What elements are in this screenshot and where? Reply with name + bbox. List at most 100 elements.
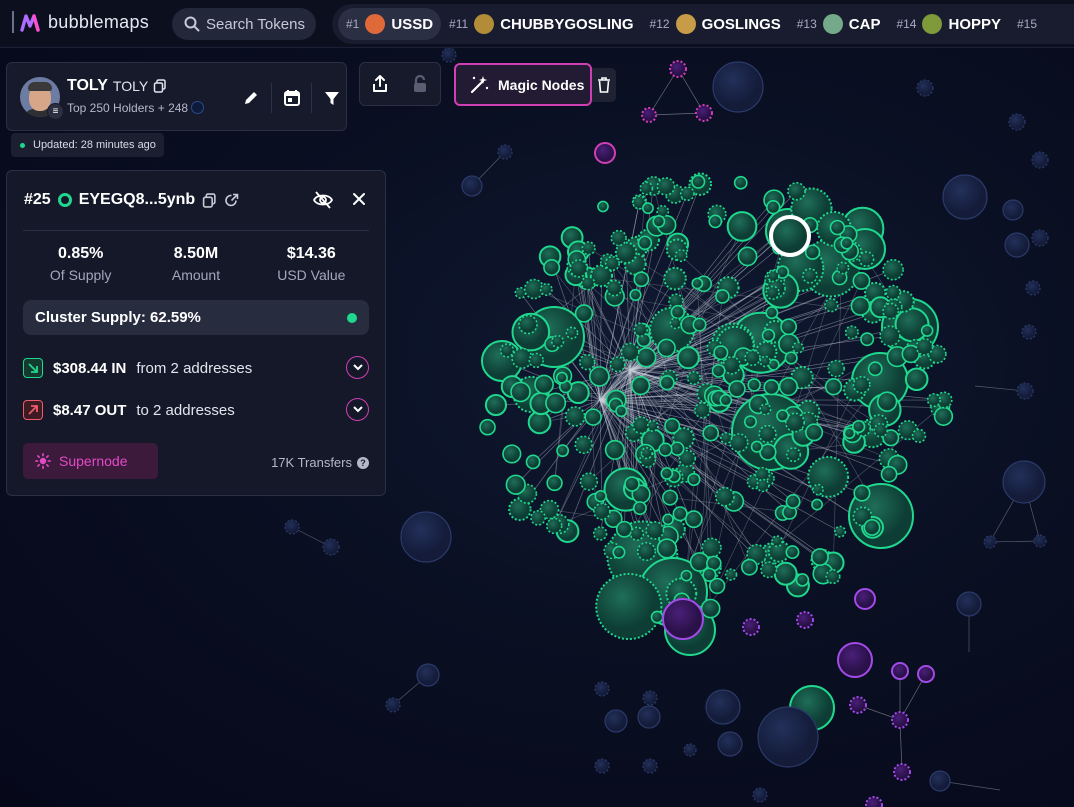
external-holder-bubble[interactable] <box>594 681 610 697</box>
holder-bubble[interactable] <box>645 520 665 540</box>
search-input[interactable]: Search Tokens <box>172 8 316 40</box>
app-logo[interactable]: bubblemaps <box>12 11 149 33</box>
holder-bubble[interactable] <box>639 181 654 196</box>
external-holder-bubble[interactable] <box>683 743 697 757</box>
holder-bubble[interactable] <box>743 415 757 429</box>
holder-bubble[interactable] <box>785 494 801 509</box>
holder-bubble[interactable] <box>556 444 570 458</box>
external-holder-bubble[interactable] <box>322 538 340 556</box>
holder-bubble[interactable] <box>713 345 729 361</box>
holder-bubble[interactable] <box>579 472 599 491</box>
external-holder-bubble[interactable] <box>712 61 764 113</box>
holder-bubble[interactable] <box>687 472 701 487</box>
holder-bubble[interactable] <box>574 435 593 454</box>
holder-bubble[interactable] <box>867 361 883 377</box>
holder-bubble[interactable] <box>724 568 738 581</box>
ticker-item[interactable]: #12 GOSLINGS <box>642 8 789 40</box>
ticker-item[interactable]: #11 CHUBBYGOSLING <box>441 8 641 40</box>
holder-bubble[interactable] <box>663 266 687 291</box>
holder-bubble[interactable] <box>593 502 611 521</box>
holder-bubble[interactable] <box>662 513 674 526</box>
holder-bubble[interactable] <box>584 408 602 426</box>
external-holder-bubble[interactable] <box>929 770 951 792</box>
holder-bubble[interactable] <box>691 174 706 189</box>
holder-bubble[interactable] <box>863 518 881 536</box>
holder-bubble[interactable] <box>652 215 666 228</box>
holder-bubble[interactable] <box>720 432 733 445</box>
supernode-button[interactable]: Supernode <box>23 443 158 479</box>
holder-bubble[interactable] <box>546 474 563 492</box>
holder-bubble[interactable] <box>664 417 681 434</box>
holder-bubble[interactable] <box>824 378 843 396</box>
copy-icon[interactable] <box>153 79 167 93</box>
external-holder-bubble[interactable] <box>942 174 988 220</box>
holder-bubble[interactable] <box>581 241 596 256</box>
inflow-row[interactable]: $308.44 IN from 2 addresses <box>23 355 369 381</box>
holder-bubble[interactable] <box>484 393 508 417</box>
external-holder-bubble[interactable] <box>1021 324 1037 340</box>
holder-bubble[interactable] <box>615 404 628 418</box>
holder-bubble[interactable] <box>674 249 688 263</box>
holder-bubble[interactable] <box>632 416 650 435</box>
holder-bubble[interactable] <box>505 474 526 495</box>
holder-bubble[interactable] <box>702 567 717 582</box>
ticker-item[interactable]: #13 CAP <box>789 8 889 40</box>
external-holder-bubble[interactable] <box>1008 113 1026 131</box>
holder-bubble[interactable] <box>614 241 638 265</box>
copy-address-icon[interactable] <box>202 192 217 208</box>
holder-bubble[interactable] <box>689 552 710 572</box>
magic-node-bubble[interactable] <box>917 665 935 683</box>
holder-bubble[interactable] <box>595 572 663 641</box>
holder-bubble[interactable] <box>692 317 707 332</box>
holder-bubble[interactable] <box>812 483 824 496</box>
external-holder-bubble[interactable] <box>416 663 440 687</box>
cluster-supply-bar[interactable]: Cluster Supply: 62.59% <box>23 300 369 335</box>
holder-bubble[interactable] <box>684 510 703 529</box>
magic-node-bubble[interactable] <box>594 142 616 164</box>
holder-bubble[interactable] <box>778 377 799 397</box>
holder-bubble[interactable] <box>726 211 758 242</box>
external-holder-bubble[interactable] <box>594 758 610 774</box>
magic-node-bubble[interactable] <box>669 60 687 78</box>
external-holder-bubble[interactable] <box>1004 232 1030 258</box>
holder-bubble[interactable] <box>640 446 653 460</box>
holder-bubble[interactable] <box>756 478 770 493</box>
delete-button[interactable] <box>592 68 616 102</box>
holder-bubble[interactable] <box>844 325 859 340</box>
holder-bubble[interactable] <box>646 420 659 432</box>
external-holder-bubble[interactable] <box>642 758 658 774</box>
holder-bubble[interactable] <box>502 444 522 464</box>
magic-node-bubble[interactable] <box>837 642 873 678</box>
holder-bubble[interactable] <box>534 374 554 395</box>
holder-bubble[interactable] <box>824 297 839 313</box>
external-holder-bubble[interactable] <box>642 690 658 706</box>
holder-bubble[interactable] <box>592 526 608 541</box>
holder-bubble[interactable] <box>510 381 531 403</box>
holder-bubble[interactable] <box>747 378 761 392</box>
holder-bubble[interactable] <box>633 322 648 337</box>
holder-bubble[interactable] <box>733 175 748 190</box>
expand-outflow-chevron-down-icon[interactable] <box>346 398 369 421</box>
holder-bubble[interactable] <box>759 355 772 368</box>
holder-bubble[interactable] <box>610 229 627 247</box>
magic-node-bubble[interactable] <box>849 696 867 714</box>
external-holder-bubble[interactable] <box>956 591 982 617</box>
holder-bubble[interactable] <box>633 271 650 288</box>
ticker-item[interactable]: #15 <box>1009 8 1045 40</box>
external-holder-bubble[interactable] <box>1002 460 1046 504</box>
holder-bubble[interactable] <box>615 520 633 538</box>
holder-bubble[interactable] <box>514 286 527 299</box>
holder-bubble[interactable] <box>629 526 645 541</box>
holder-bubble[interactable] <box>741 558 758 576</box>
holder-bubble[interactable] <box>915 338 934 356</box>
holder-bubble[interactable] <box>754 466 771 483</box>
holder-bubble[interactable] <box>933 406 954 426</box>
holder-bubble[interactable] <box>737 246 758 267</box>
holder-bubble[interactable] <box>836 261 850 275</box>
holder-bubble[interactable] <box>499 343 515 358</box>
holder-bubble[interactable] <box>811 498 823 511</box>
holder-bubble[interactable] <box>911 428 927 444</box>
holder-bubble[interactable] <box>840 236 854 250</box>
holder-bubble[interactable] <box>543 259 561 277</box>
magic-node-bubble[interactable] <box>742 618 760 636</box>
